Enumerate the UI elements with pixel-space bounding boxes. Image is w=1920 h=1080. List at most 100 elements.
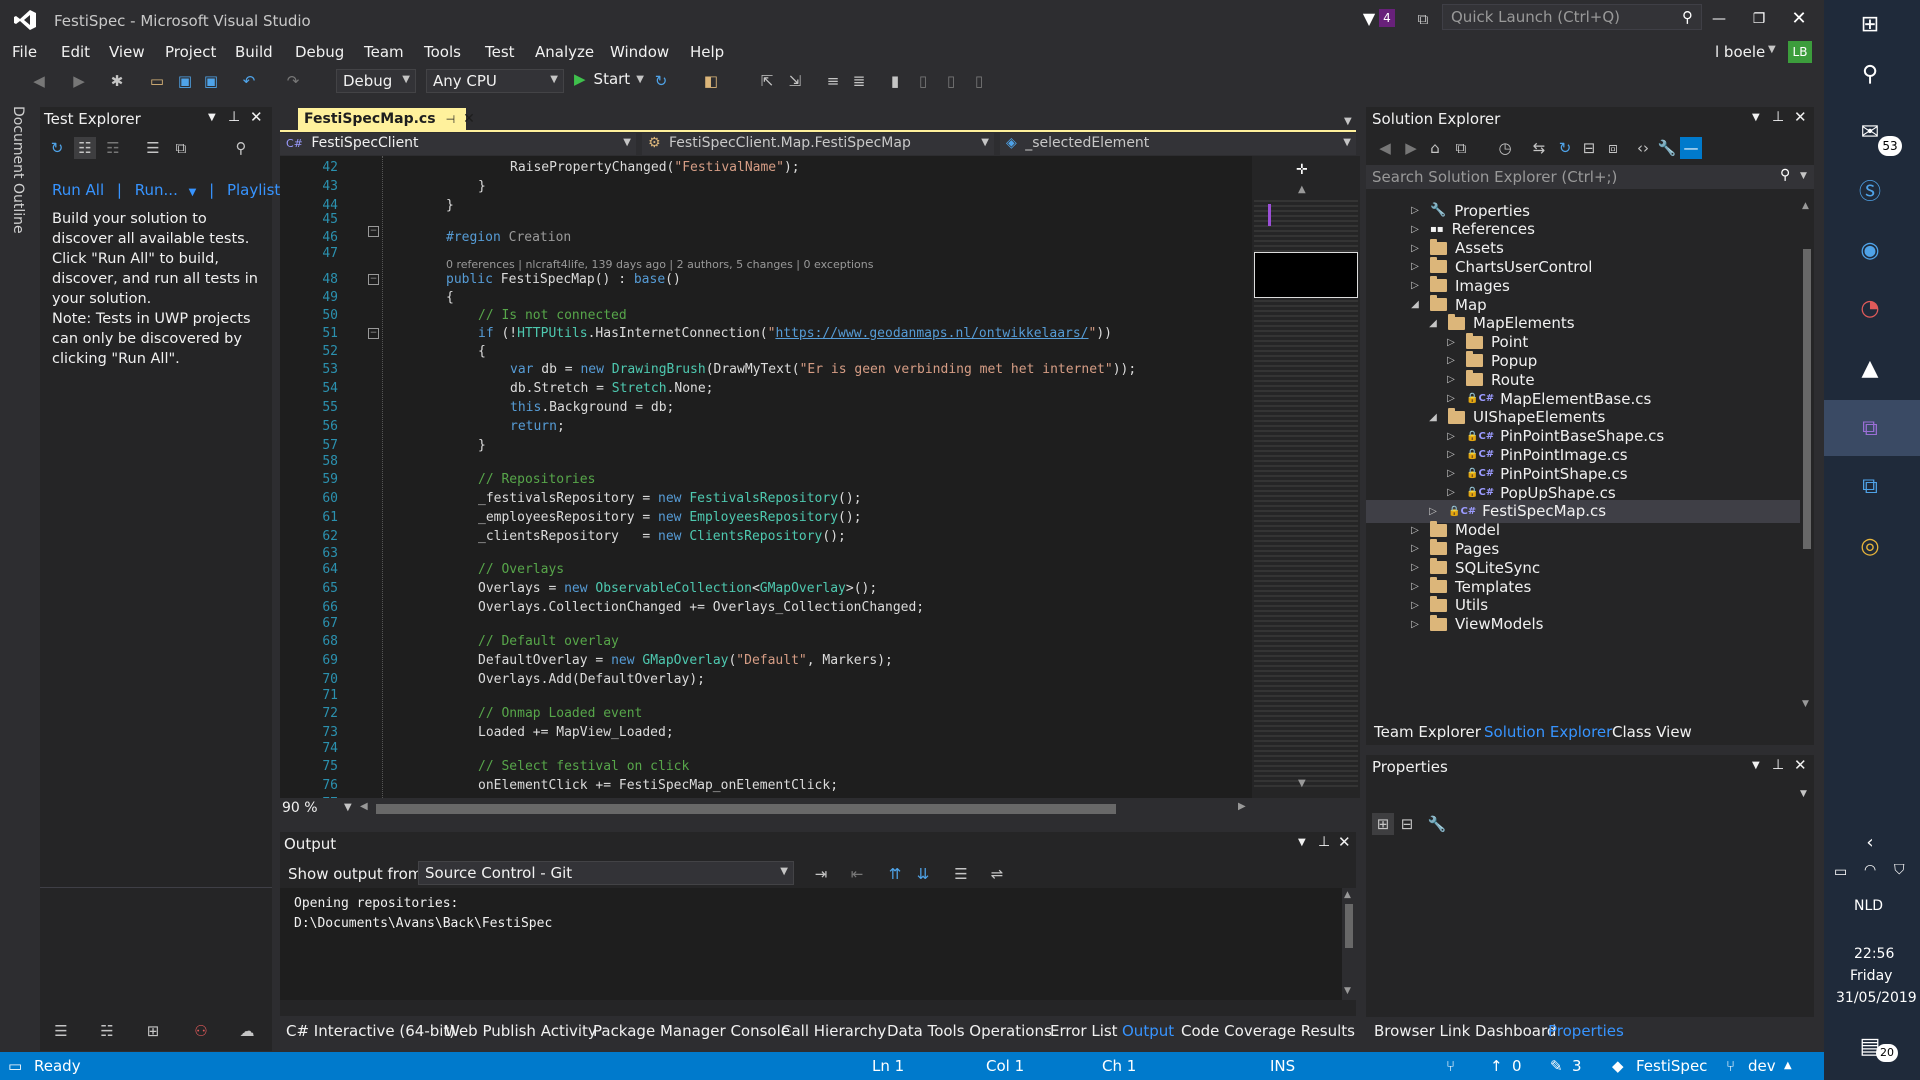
pin-icon[interactable]: ⊥ [1772,109,1784,125]
next-bookmark-icon[interactable]: ▯ [940,70,962,92]
cloud-icon[interactable]: ☁ [236,1020,258,1042]
search-icon[interactable]: ⚲ [230,137,252,159]
back-icon[interactable]: ◀ [1374,137,1396,159]
close-icon[interactable]: ✕ [1794,108,1807,126]
collapsed-arrow-icon[interactable]: ▷ [1408,543,1422,554]
menu-file[interactable]: File [12,43,37,61]
menu-build[interactable]: Build [235,43,273,61]
copy-icon[interactable]: ⧉ [170,137,192,159]
browser-icon[interactable]: ◧ [700,70,722,92]
restore-button[interactable]: ❐ [1745,8,1773,30]
view-code-icon[interactable]: ‹› [1632,137,1654,159]
hscroll-thumb[interactable] [376,804,1116,814]
project-nav-select[interactable]: C# FestiSpecClient ▼ [280,133,636,155]
new-project-icon[interactable]: ✱ [106,70,128,92]
scroll-down-icon[interactable]: ▼ [1298,778,1306,789]
menu-project[interactable]: Project [165,43,216,61]
vscroll-thumb[interactable] [1345,904,1353,948]
quick-launch-input[interactable]: Quick Launch (Ctrl+Q) ⚲ [1442,4,1702,30]
tab-output[interactable]: Output [1122,1022,1174,1040]
refresh-icon[interactable]: ↻ [1554,137,1576,159]
visual-studio-logo-icon[interactable] [12,8,38,32]
unpushed-count[interactable]: 0 [1512,1057,1522,1075]
categorized-icon[interactable]: ⊞ [1372,813,1394,835]
editor-tab-overflow-icon[interactable]: ▼ [1344,116,1352,127]
scroll-up-icon[interactable]: ▲ [1344,890,1351,900]
pin-icon[interactable]: ⊣ [446,113,456,126]
preview-icon[interactable]: — [1680,137,1702,159]
output-source-select[interactable]: Source Control - Git ▼ [418,861,794,885]
solution-config-select[interactable]: Debug ▼ [336,69,416,93]
close-icon[interactable]: ✕ [1338,833,1351,851]
user-avatar[interactable]: LB [1788,41,1812,63]
collapsed-arrow-icon[interactable]: ▷ [1408,600,1422,611]
expanded-arrow-icon[interactable]: ◢ [1426,318,1440,329]
start-button[interactable]: ▶ Start ▼ [574,70,644,88]
security-icon[interactable]: ⛉ [1894,862,1905,878]
menu-test[interactable]: Test [485,43,515,61]
collapsed-arrow-icon[interactable]: ▷ [1408,581,1422,592]
menu-debug[interactable]: Debug [295,43,344,61]
collapse-region-icon[interactable]: − [368,226,379,237]
forward-icon[interactable]: ▶ [68,70,90,92]
minimize-button[interactable]: — [1705,8,1733,30]
tree-vscroll[interactable]: ▲ ▼ [1800,199,1814,713]
branch-name[interactable]: dev [1748,1057,1776,1075]
language-indicator[interactable]: NLD [1854,898,1883,914]
tab-class-view[interactable]: Class View [1612,723,1692,741]
document-outline-tab[interactable]: Document Outline [10,106,26,234]
prev-bookmark-icon[interactable]: ▯ [912,70,934,92]
windows-start-icon[interactable]: ⊞ [1854,8,1886,40]
tab-code-coverage[interactable]: Code Coverage Results [1181,1022,1355,1040]
maps-icon[interactable]: ◉ [1854,234,1886,266]
solution-search-input[interactable]: Search Solution Explorer (Ctrl+;) ⚲ ▼ [1366,165,1814,189]
group-icon[interactable]: ☷ [74,137,96,159]
git-branch-icon[interactable]: ⑂ [1446,1057,1455,1075]
app-icon[interactable]: ▲ [1854,352,1886,384]
collapsed-arrow-icon[interactable]: ▷ [1408,562,1422,573]
menu-edit[interactable]: Edit [61,43,90,61]
class-nav-select[interactable]: ⚙ FestiSpecClient.Map.FestiSpecMap ▼ [642,133,994,155]
dropdown-icon[interactable]: ▼ [1752,112,1760,123]
scroll-down-icon[interactable]: ▼ [1344,986,1351,996]
search-icon[interactable]: ⚲ [1854,58,1886,90]
collapsed-arrow-icon[interactable]: ▷ [1408,525,1422,536]
menu-help[interactable]: Help [690,43,724,61]
go-to-location-icon[interactable]: ⇥ [810,863,832,885]
menu-view[interactable]: View [109,43,145,61]
platform-select[interactable]: Any CPU ▼ [426,69,564,93]
close-icon[interactable]: ✕ [463,111,475,127]
collapsed-arrow-icon[interactable]: ▷ [1408,619,1422,630]
save-icon[interactable]: ▣ [174,70,196,92]
codelens-info[interactable]: 0 references | nlcraft4life, 139 days ag… [446,258,874,271]
search-icon[interactable]: ⚲ [1682,8,1693,26]
collapsed-arrow-icon[interactable]: ▷ [1426,506,1440,517]
member-nav-select[interactable]: ◈ _selectedElement ▼ [1000,133,1356,155]
tab-data-tools[interactable]: Data Tools Operations [887,1022,1052,1040]
code-minimap[interactable]: ✛ ▲ ▼ [1252,156,1360,798]
indent-icon[interactable]: ≡ [822,70,844,92]
menu-analyze[interactable]: Analyze [535,43,594,61]
clear-all-icon[interactable]: ☰ [950,863,972,885]
tab-web-publish[interactable]: Web Publish Activity [445,1022,597,1040]
properties-icon[interactable]: 🔧 [1656,137,1678,159]
vscode-icon[interactable]: ⧉ [1854,470,1886,502]
tab-properties[interactable]: Properties [1548,1022,1624,1040]
collapse-region-icon[interactable]: − [368,328,379,339]
home-icon[interactable]: ⌂ [1424,137,1446,159]
pin-icon[interactable]: ⊥ [1318,834,1330,850]
collapsed-arrow-icon[interactable]: ▷ [1408,224,1422,235]
dropdown-icon[interactable]: ▼ [208,112,216,123]
bookmark-icon[interactable]: ▮ [884,70,906,92]
toolbox-icon[interactable]: ☵ [96,1020,118,1042]
refresh-icon[interactable]: ↻ [46,137,68,159]
menu-window[interactable]: Window [610,43,669,61]
split-icon[interactable]: ✛ [1296,162,1308,178]
repo-name[interactable]: FestiSpec [1636,1057,1707,1075]
status-char[interactable]: Ch 1 [1102,1057,1136,1075]
status-insert-mode[interactable]: INS [1270,1057,1295,1075]
chevron-down-icon[interactable]: ▼ [1800,171,1807,181]
diagram-icon[interactable]: ⚇ [190,1020,212,1042]
menu-team[interactable]: Team [364,43,404,61]
filter-icon[interactable]: ▼ [1360,8,1378,28]
